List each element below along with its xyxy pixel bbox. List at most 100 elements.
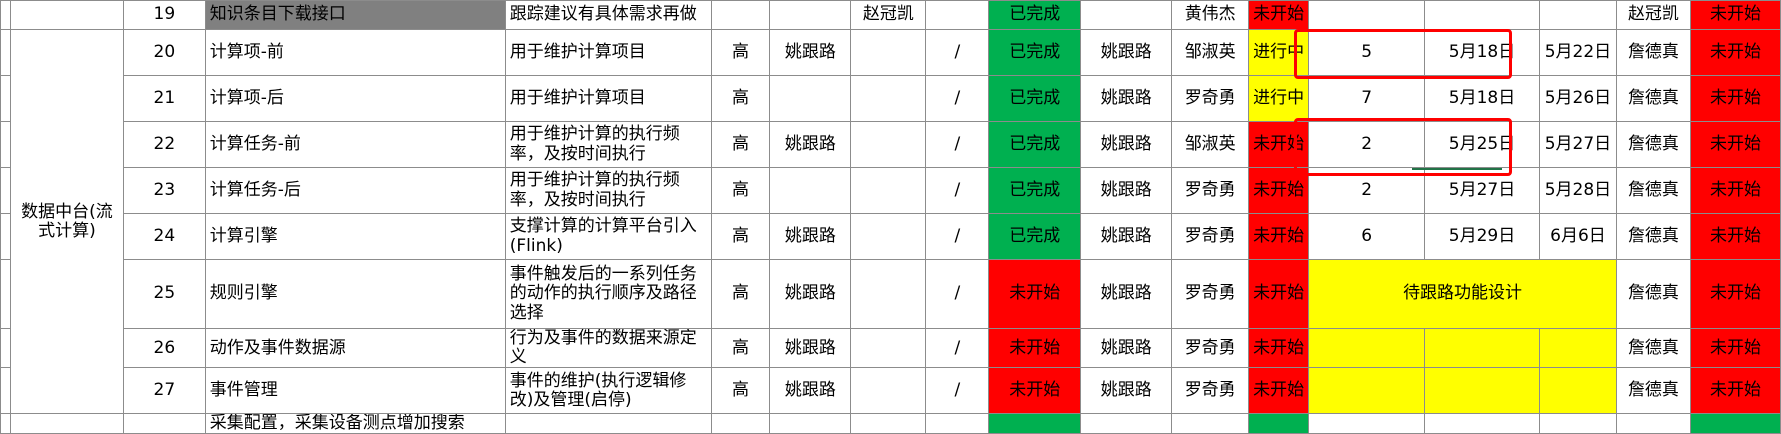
row-number[interactable]: 25 [122,259,206,329]
status-not-started-badge[interactable]: 未开始 [1689,367,1781,415]
item-name[interactable]: 知识条目下载接口 [204,0,506,30]
priority-cell[interactable]: 高 [710,29,771,76]
priority-cell[interactable]: 高 [710,121,771,168]
row-number[interactable]: 21 [122,75,206,122]
start-date-cell[interactable]: 5月29日 [1424,213,1540,260]
dev-cell[interactable]: 姚跟路 [1080,259,1173,329]
status-done-badge[interactable]: 已完成 [988,0,1082,30]
item-name[interactable]: 事件管理 [204,367,506,415]
row-number[interactable]: 24 [122,213,206,260]
reviewer-cell[interactable]: 詹德真 [1615,167,1691,214]
dev-cell[interactable]: 姚跟路 [1080,29,1173,76]
tester-cell[interactable]: 邹淑英 [1171,121,1250,168]
status-not-started-badge[interactable]: 未开始 [988,327,1082,369]
days-cell[interactable]: 5 [1308,29,1426,76]
item-desc[interactable]: 跟踪建议有具体需求再做 [504,0,712,30]
status-not-started-badge[interactable]: 未开始 [1248,213,1310,260]
row-number[interactable]: 26 [122,327,206,369]
row-number[interactable]: 23 [122,167,206,214]
status-done-badge[interactable] [988,413,1082,434]
item-name[interactable]: 动作及事件数据源 [204,327,506,369]
item-desc[interactable]: 支撑计算的计算平台引入(Flink) [504,213,712,260]
item-name[interactable]: 采集配置，采集设备测点增加搜索 [204,413,506,434]
owner-cell[interactable] [769,413,852,434]
item-desc[interactable]: 用于维护计算的执行频率，及按时间执行 [504,121,712,168]
status-not-started-badge[interactable]: 未开始 [1689,29,1781,76]
pending-design-cell[interactable]: 待跟路功能设计 [1308,259,1617,329]
tester-cell[interactable]: 黄伟杰 [1171,0,1250,30]
dev-cell[interactable] [1080,0,1173,30]
end-date-cell[interactable] [1538,413,1617,434]
slash-cell[interactable] [925,0,990,30]
spreadsheet-grid[interactable]: 19 知识条目下载接口 跟踪建议有具体需求再做 赵冠凯 已完成 黄伟杰 未开始 … [0,0,1781,434]
tester-cell[interactable]: 罗奇勇 [1171,75,1250,122]
yellow-fill-cell[interactable] [1538,327,1617,369]
tester-cell[interactable]: 罗奇勇 [1171,213,1250,260]
owner-cell[interactable] [769,0,852,30]
status-not-started-badge[interactable]: 未开始 [1248,259,1310,329]
priority-cell[interactable]: 高 [710,75,771,122]
group-cell[interactable] [9,413,124,434]
status-not-started-badge[interactable]: 未开始 [1689,0,1781,30]
status-not-started-badge[interactable]: 未开始 [988,367,1082,415]
yellow-fill-cell[interactable] [1308,327,1426,369]
yellow-fill-cell[interactable] [1424,367,1540,415]
item-name[interactable]: 计算引擎 [204,213,506,260]
assignee-cell[interactable]: 赵冠凯 [850,0,927,30]
slash-cell[interactable]: / [925,367,990,415]
row-number[interactable]: 27 [122,367,206,415]
item-name[interactable]: 计算任务-后 [204,167,506,214]
status-not-started-badge[interactable]: 未开始 [1689,121,1781,168]
slash-cell[interactable]: / [925,167,990,214]
assignee-cell[interactable] [850,413,927,434]
slash-cell[interactable]: / [925,259,990,329]
owner-cell[interactable] [769,75,852,122]
status-done-badge[interactable]: 已完成 [988,29,1082,76]
status-done-badge[interactable] [1248,413,1310,434]
owner-cell[interactable] [769,167,852,214]
end-date-cell[interactable]: 5月27日 [1538,121,1617,168]
assignee-cell[interactable] [850,367,927,415]
priority-cell[interactable]: 高 [710,259,771,329]
end-date-cell[interactable] [1538,0,1617,30]
slash-cell[interactable]: / [925,75,990,122]
status-not-started-badge[interactable]: 未开始 [1248,327,1310,369]
dev-cell[interactable] [1080,413,1173,434]
item-name[interactable]: 计算任务-前 [204,121,506,168]
group-cell[interactable]: 数据中台(流式计算) [9,28,124,415]
assignee-cell[interactable] [850,167,927,214]
row-number[interactable]: 19 [122,0,206,30]
owner-cell[interactable]: 姚跟路 [769,259,852,329]
end-date-cell[interactable]: 5月22日 [1538,29,1617,76]
tester-cell[interactable]: 罗奇勇 [1171,327,1250,369]
assignee-cell[interactable] [850,259,927,329]
tester-cell[interactable]: 邹淑英 [1171,29,1250,76]
status-not-started-badge[interactable]: 未开始 [1689,259,1781,329]
priority-cell[interactable] [710,413,771,434]
item-name[interactable]: 计算项-后 [204,75,506,122]
assignee-cell[interactable] [850,121,927,168]
start-date-cell[interactable] [1424,0,1540,30]
row-number[interactable]: 20 [122,29,206,76]
priority-cell[interactable] [710,0,771,30]
owner-cell[interactable]: 姚跟路 [769,367,852,415]
priority-cell[interactable]: 高 [710,167,771,214]
item-desc[interactable] [504,413,712,434]
days-cell[interactable]: 7 [1308,75,1426,122]
status-not-started-badge[interactable]: 未开始 [1248,0,1310,30]
slash-cell[interactable] [925,413,990,434]
status-not-started-badge[interactable]: 未开始 [1248,367,1310,415]
item-desc[interactable]: 事件触发后的一系列任务的动作的执行顺序及路径选择 [504,259,712,329]
tester-cell[interactable]: 罗奇勇 [1171,259,1250,329]
dev-cell[interactable]: 姚跟路 [1080,121,1173,168]
dev-cell[interactable]: 姚跟路 [1080,213,1173,260]
reviewer-cell[interactable]: 詹德真 [1615,367,1691,415]
reviewer-cell[interactable]: 詹德真 [1615,121,1691,168]
row-number[interactable] [122,413,206,434]
start-date-cell[interactable] [1424,413,1540,434]
reviewer-cell[interactable]: 詹德真 [1615,29,1691,76]
reviewer-cell[interactable]: 詹德真 [1615,75,1691,122]
item-name[interactable]: 规则引擎 [204,259,506,329]
days-cell[interactable]: 2 [1308,167,1426,214]
item-desc[interactable]: 行为及事件的数据来源定义 [504,327,712,369]
